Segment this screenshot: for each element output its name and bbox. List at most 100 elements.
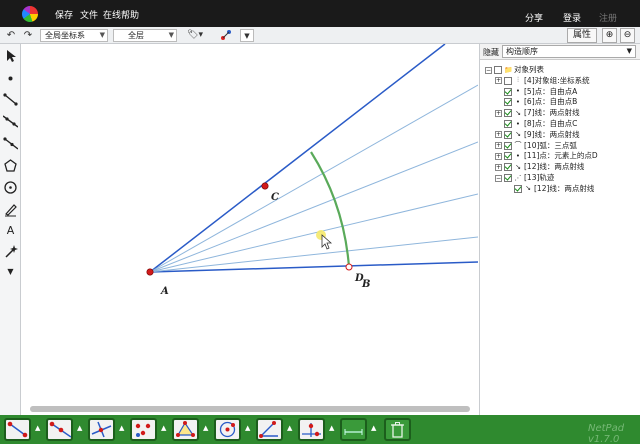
tool-angle-button[interactable] — [256, 418, 283, 441]
panel-header: 隐藏 构造顺序 ▼ — [480, 44, 640, 60]
zoom-out-icon[interactable]: ⊖ — [620, 28, 635, 43]
collapse-icon[interactable]: − — [485, 66, 492, 74]
coord-system-select[interactable]: 全局坐标系 ▼ — [40, 29, 108, 42]
select-arrow-icon[interactable] — [3, 48, 18, 63]
tree-item[interactable]: • [6]点：自由点B — [495, 96, 577, 107]
chevron-up-icon[interactable]: ▲ — [35, 424, 43, 436]
chevron-up-icon[interactable]: ▲ — [203, 424, 211, 436]
visibility-checkbox[interactable] — [504, 174, 512, 182]
ray-ac[interactable] — [149, 43, 446, 273]
tree-item-label: [9]线：两点射线 — [524, 129, 580, 139]
tree-item-label: [4]对象组:坐标系统 — [524, 75, 590, 85]
sort-order-value: 构造顺序 — [506, 47, 538, 56]
expand-icon[interactable]: + — [495, 142, 502, 150]
chevron-down-icon[interactable]: ▼ — [240, 29, 254, 42]
mouse-cursor-icon — [321, 234, 333, 250]
menu-file[interactable]: 文件 — [80, 8, 98, 21]
locus-ray — [149, 193, 479, 273]
share-button[interactable]: 分享 — [525, 11, 543, 24]
login-button[interactable]: 登录 — [563, 11, 581, 24]
tree-item[interactable]: + ↘ [9]线：两点射线 — [495, 129, 580, 140]
chevron-up-icon[interactable]: ▲ — [119, 424, 127, 436]
chevron-up-icon[interactable]: ▲ — [77, 424, 85, 436]
sort-order-select[interactable]: 构造顺序 ▼ — [502, 45, 636, 58]
tree-item[interactable]: − ⋰ [13]轨迹 — [495, 172, 554, 183]
chevron-up-icon[interactable]: ▲ — [371, 424, 379, 436]
visibility-checkbox[interactable] — [504, 152, 512, 161]
point-a[interactable] — [146, 268, 154, 276]
point-c[interactable] — [261, 182, 269, 190]
expand-icon[interactable]: + — [495, 152, 502, 160]
bottom-toolbar: ▲ ▲ ▲ ▲ ▲ ▲ ▲ ▲ ▲ NetPad v1.7.0 — [0, 415, 640, 445]
tree-item[interactable]: • [5]点：自由点A — [495, 86, 577, 97]
visibility-checkbox[interactable] — [504, 87, 512, 96]
tree-item[interactable]: + • [11]点：元素上的点D — [495, 150, 598, 161]
register-button[interactable]: 注册 — [599, 11, 617, 24]
chevron-down-icon: ▼ — [168, 31, 174, 39]
circle-tool-icon[interactable] — [3, 180, 18, 195]
tree-item[interactable]: + ⌒ [10]弧：三点弧 — [495, 140, 577, 151]
horizontal-scrollbar[interactable] — [30, 406, 470, 412]
tag-icon[interactable]: 🏷▾ — [183, 29, 207, 42]
tree-item-label: [8]点：自由点C — [524, 119, 578, 128]
visibility-checkbox[interactable] — [504, 163, 512, 172]
zoom-in-icon[interactable]: ⊕ — [602, 28, 617, 43]
pen-tool-icon[interactable] — [3, 202, 18, 217]
tree-item[interactable]: + ↘ [12]线：两点射线 — [495, 161, 584, 172]
tool-segment-button[interactable] — [4, 418, 31, 441]
visibility-checkbox[interactable] — [504, 120, 512, 128]
tool-measure-button[interactable] — [340, 418, 367, 441]
visibility-checkbox[interactable] — [504, 76, 512, 85]
chevron-up-icon[interactable]: ▲ — [245, 424, 253, 436]
tree-item[interactable]: + ↘ [7]线：两点射线 — [495, 107, 580, 118]
layer-select[interactable]: 全层 ▼ — [113, 29, 177, 42]
visibility-checkbox[interactable] — [504, 109, 512, 118]
chevron-down-icon[interactable]: ▼ — [3, 264, 18, 279]
expand-icon[interactable]: + — [495, 77, 502, 85]
trash-icon[interactable] — [384, 418, 411, 441]
drawing-canvas[interactable]: A C D B — [22, 43, 479, 415]
ray-tool-icon[interactable] — [3, 136, 18, 151]
menu-online-help[interactable]: 在线帮助 — [103, 8, 139, 21]
tree-item-label: [10]弧：三点弧 — [524, 140, 577, 150]
tree-item[interactable]: • [8]点：自由点C — [495, 118, 577, 129]
properties-button[interactable]: 属性 — [567, 28, 597, 43]
menu-save[interactable]: 保存 — [55, 8, 73, 21]
segment-tool-icon[interactable] — [3, 92, 18, 107]
visibility-checkbox[interactable] — [514, 184, 522, 193]
tree-item-label: 对象列表 — [514, 65, 544, 74]
tree-item[interactable]: ↘ [12]线：两点射线 — [505, 183, 594, 194]
visibility-checkbox[interactable] — [504, 98, 512, 107]
object-panel: 隐藏 构造顺序 ▼ − 📁对象列表 + ⫶ [4]对象组:坐标系统 • [5]点：自由点A •[… — [479, 44, 640, 415]
scrollbar-thumb[interactable] — [30, 406, 470, 412]
tool-circle-button[interactable] — [214, 418, 241, 441]
chevron-up-icon[interactable]: ▲ — [287, 424, 295, 436]
visibility-checkbox[interactable] — [494, 66, 502, 74]
hide-label[interactable]: 隐藏 — [483, 47, 499, 58]
undo-icon[interactable]: ↶ — [5, 29, 17, 42]
visibility-checkbox[interactable] — [504, 130, 512, 139]
tree-item[interactable]: + ⫶ [4]对象组:坐标系统 — [495, 75, 590, 86]
expand-icon[interactable]: + — [495, 163, 502, 171]
collapse-icon[interactable]: − — [495, 174, 502, 182]
tool-transform-button[interactable] — [298, 418, 325, 441]
chevron-down-icon: ▼ — [626, 47, 632, 55]
line-tool-icon[interactable] — [3, 114, 18, 129]
polygon-tool-icon[interactable] — [3, 158, 18, 173]
expand-icon[interactable]: + — [495, 109, 502, 117]
magic-wand-icon[interactable] — [3, 244, 18, 259]
tool-intersect-button[interactable] — [130, 418, 157, 441]
redo-icon[interactable]: ↷ — [22, 29, 34, 42]
point-d[interactable] — [345, 263, 353, 271]
visibility-checkbox[interactable] — [504, 141, 512, 150]
tree-item[interactable]: − 📁对象列表 — [485, 64, 544, 75]
text-tool-icon[interactable]: A — [3, 223, 18, 238]
style-icon[interactable] — [219, 29, 233, 42]
tool-perpendicular-button[interactable] — [88, 418, 115, 441]
expand-icon[interactable]: + — [495, 131, 502, 139]
tool-ray-button[interactable] — [46, 418, 73, 441]
chevron-up-icon[interactable]: ▲ — [161, 424, 169, 436]
chevron-up-icon[interactable]: ▲ — [329, 424, 337, 436]
tool-polygon-button[interactable] — [172, 418, 199, 441]
point-tool-icon[interactable] — [3, 71, 18, 86]
